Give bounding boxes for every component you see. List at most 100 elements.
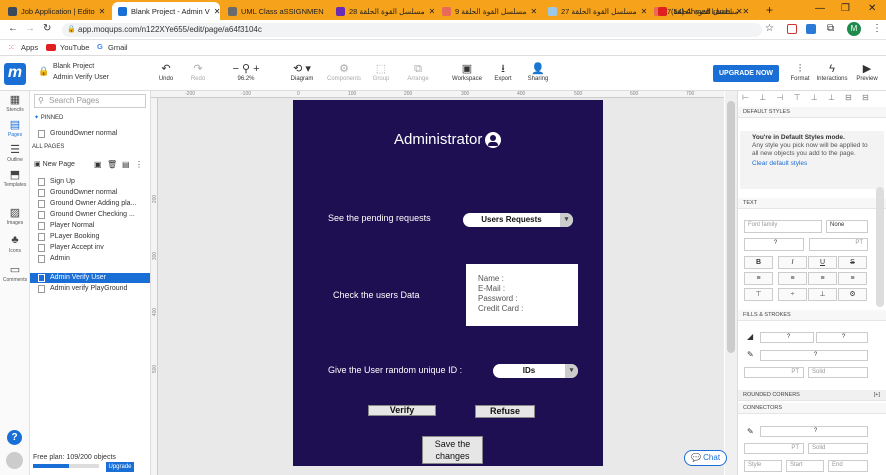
zoom-control[interactable]: − ⚲ +96.2%	[229, 62, 263, 82]
browser-tab[interactable]: UML Class aSSIGNMEN✕	[222, 2, 328, 20]
rail-templates[interactable]: ⬒ Templates	[0, 168, 30, 188]
bold-button[interactable]: B	[744, 256, 773, 269]
avatar[interactable]	[6, 452, 23, 469]
connector-type-select[interactable]: Style	[744, 460, 782, 472]
workspace-button[interactable]: ▣ Workspace	[451, 62, 483, 82]
browser-tab[interactable]: (54) Ahmed kamel ✕	[652, 2, 748, 20]
stroke-color-field[interactable]: ?	[760, 350, 868, 361]
panel-scrollbar-thumb[interactable]	[876, 187, 884, 307]
page-item[interactable]: Sign Up	[30, 177, 150, 187]
duplicate-icon[interactable]: ▤	[122, 160, 130, 169]
upgrade-now-button[interactable]: UPGRADE NOW	[713, 65, 779, 82]
bookmark-youtube[interactable]: YouTube	[60, 43, 89, 52]
align-tools[interactable]: ⊢ ⊥ ⊣ ⊤ ⊥ ⊥ ⊟ ⊟	[742, 93, 884, 102]
page-item[interactable]: Ground Owner Checking ...	[30, 210, 150, 220]
page-item[interactable]: Ground Owner Adding pla...	[30, 199, 150, 209]
bookmark-apps[interactable]: Apps	[21, 43, 38, 52]
page-item[interactable]: Player Normal	[30, 221, 150, 231]
valign-top-icon[interactable]: ⊤	[744, 288, 773, 301]
page-item[interactable]: Player Accept inv	[30, 243, 150, 253]
format-button[interactable]: ⫶ Format	[788, 62, 812, 82]
align-left-icon[interactable]: ≡	[744, 272, 773, 285]
browser-tab[interactable]: مسلسل القوة الحلقة 28 ✕	[330, 2, 434, 20]
users-requests-dropdown[interactable]: Users Requests ▾	[463, 213, 573, 227]
close-icon[interactable]: ✕	[732, 7, 743, 16]
diagram-button[interactable]: ⟲ ▾ Diagram	[285, 62, 319, 82]
forward-arrow-icon[interactable]: →	[25, 23, 35, 34]
more-icon[interactable]: ⋮	[135, 160, 143, 169]
scrollbar-thumb[interactable]	[727, 101, 735, 353]
text-settings-icon[interactable]: ⚙	[838, 288, 867, 301]
page-item[interactable]: GroundOwner normal	[30, 188, 150, 198]
connector-start-select[interactable]: Start	[786, 460, 824, 472]
close-icon[interactable]: ✕	[526, 7, 537, 16]
italic-button[interactable]: I	[778, 256, 807, 269]
valign-bottom-icon[interactable]: ⊥	[808, 288, 837, 301]
browser-tab[interactable]: Job Application | Edito ✕	[2, 2, 110, 20]
connector-width-field[interactable]: PT	[744, 443, 804, 454]
url-field[interactable]: 🔒 app.moqups.com/n122XYe655/edit/page/a6…	[62, 23, 762, 37]
pinned-page-item[interactable]: GroundOwner normal	[30, 129, 150, 139]
fill-color-field[interactable]: ?	[760, 332, 814, 343]
browser-tab[interactable]: مسلسل القوة الحلقة 27 ✕	[542, 2, 646, 20]
valign-middle-icon[interactable]: ÷	[778, 288, 807, 301]
browser-tab-active[interactable]: Blank Project - Admin V ✕	[112, 2, 220, 20]
rail-comments[interactable]: ▭ Comments	[0, 263, 30, 283]
align-right-icon[interactable]: ≡	[808, 272, 837, 285]
interactions-button[interactable]: ϟ Interactions	[815, 62, 849, 82]
sharing-button[interactable]: 👤 Sharing	[526, 62, 550, 82]
line-height-field[interactable]: PT	[809, 238, 868, 251]
ids-dropdown[interactable]: IDs ▾	[493, 364, 578, 378]
strikethrough-button[interactable]: S	[838, 256, 867, 269]
delete-icon[interactable]: 🗑	[107, 160, 117, 169]
undo-button[interactable]: ↶ Undo	[155, 62, 177, 82]
rail-images[interactable]: ▨ Images	[0, 206, 30, 226]
artboard[interactable]: Administrator See the pending requests U…	[293, 100, 603, 466]
group-button[interactable]: ⬚ Group	[370, 62, 392, 82]
close-icon[interactable]: ✕	[425, 7, 434, 16]
extension-icon[interactable]	[787, 24, 797, 34]
moqups-logo[interactable]: m	[4, 63, 26, 85]
components-button[interactable]: ⚙ Components	[327, 62, 361, 82]
canvas[interactable]: -200 -100 0 100 200 300 400 500 600 700 …	[151, 91, 724, 475]
font-size-field[interactable]: ?	[744, 238, 804, 251]
underline-button[interactable]: U	[808, 256, 837, 269]
maximize-icon[interactable]: ❐	[841, 3, 850, 14]
verify-button[interactable]: Verify	[368, 405, 436, 416]
star-icon[interactable]: ☆	[765, 23, 774, 34]
upgrade-button[interactable]: Upgrade	[106, 462, 134, 472]
minimize-icon[interactable]: —	[815, 3, 825, 14]
close-icon[interactable]: ✕	[637, 7, 646, 16]
project-name[interactable]: Blank Project	[53, 63, 94, 70]
stroke-width-field[interactable]: PT	[744, 367, 804, 378]
profile-avatar[interactable]: M	[847, 22, 861, 36]
rail-outline[interactable]: ☰ Outline	[0, 143, 30, 163]
close-icon[interactable]: ✕	[324, 7, 329, 16]
new-page-button[interactable]: ▣ New Page	[34, 160, 75, 168]
export-button[interactable]: ⭳ Export	[492, 62, 514, 82]
connector-end-select[interactable]: End	[828, 460, 868, 472]
close-window-icon[interactable]: ✕	[868, 3, 876, 14]
page-item[interactable]: PLayer Booking	[30, 232, 150, 242]
align-justify-icon[interactable]: ≡	[838, 272, 867, 285]
page-item-selected[interactable]: Admin Verify User	[30, 273, 150, 283]
page-item[interactable]: Admin	[30, 254, 150, 264]
browser-tab[interactable]: مسلسل القوة الحلقة 9 ✕	[436, 2, 540, 20]
align-center-icon[interactable]: ≡	[778, 272, 807, 285]
rail-icons[interactable]: ♣ Icons	[0, 234, 30, 254]
close-icon[interactable]: ✕	[95, 7, 106, 16]
rounded-corners-header[interactable]: ROUNDED CORNERS [+]	[738, 390, 886, 401]
chat-button[interactable]: 💬 Chat	[684, 450, 727, 466]
canvas-scrollbar[interactable]	[725, 91, 737, 475]
arrange-button[interactable]: ⧉ Arrange	[404, 62, 432, 82]
rail-stencils[interactable]: ▦ Stencils	[0, 93, 30, 113]
stroke-style-select[interactable]: Solid	[808, 367, 868, 378]
refuse-button[interactable]: Refuse	[475, 405, 535, 418]
help-button[interactable]: ?	[7, 430, 22, 445]
apps-grid-icon[interactable]: ⁙	[8, 43, 15, 52]
search-pages-input[interactable]: ⚲ Search Pages	[34, 94, 146, 108]
reload-icon[interactable]: ↻	[43, 23, 51, 34]
extension-icon[interactable]	[806, 24, 816, 34]
close-icon[interactable]: ✕	[210, 7, 220, 16]
fill-opacity-field[interactable]: ?	[816, 332, 868, 343]
